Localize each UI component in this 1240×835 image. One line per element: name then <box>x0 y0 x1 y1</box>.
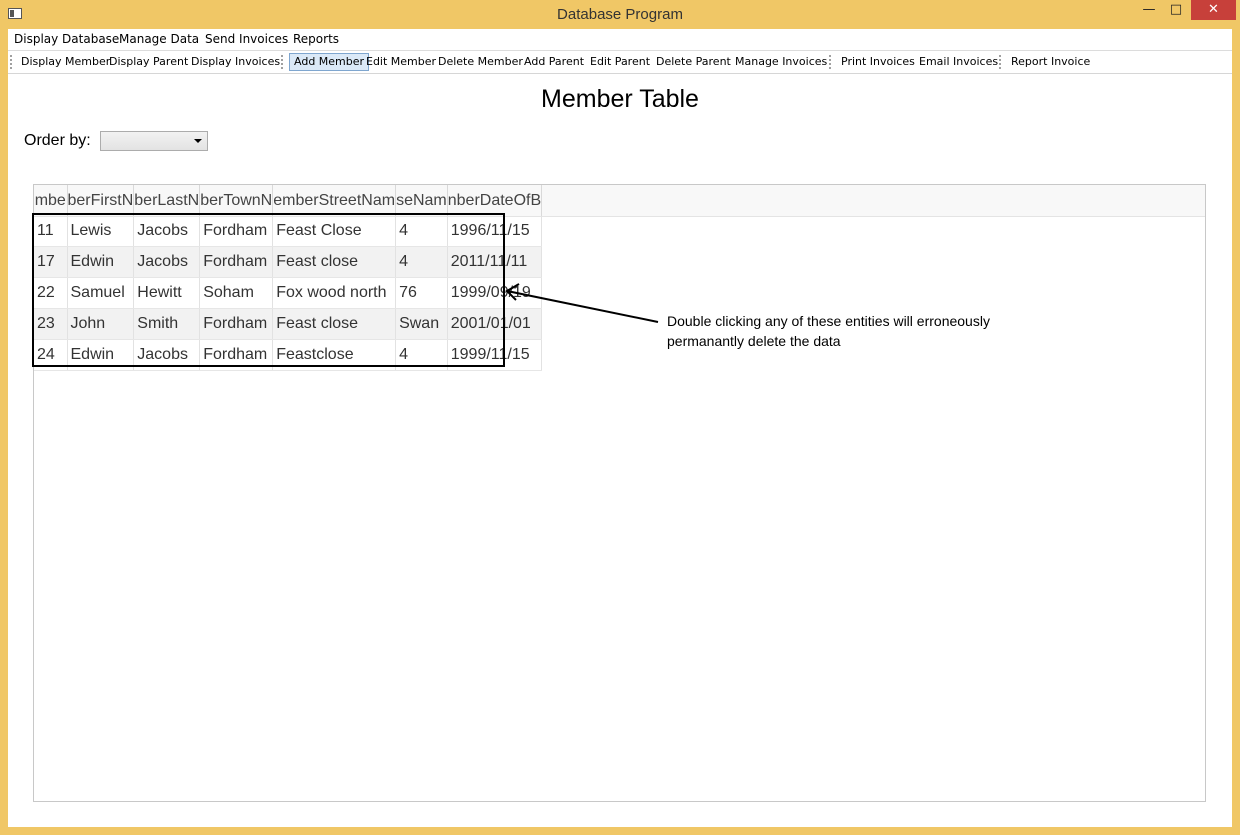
main-window: Display Database Manage Data Send Invoic… <box>8 29 1232 827</box>
minimize-button[interactable]: — <box>1136 0 1162 20</box>
maximize-button[interactable]: □ <box>1162 0 1190 20</box>
annotation-line-1: Double clicking any of these entities wi… <box>667 313 990 329</box>
annotation-note: Double clicking any of these entities wi… <box>667 311 990 351</box>
annotation-arrow <box>505 283 659 323</box>
window-title: Database Program <box>557 6 683 23</box>
title-bar: Database Program — □ ✕ <box>0 0 1240 29</box>
close-button[interactable]: ✕ <box>1191 0 1236 20</box>
annotation-line-2: permanantly delete the data <box>667 333 841 349</box>
